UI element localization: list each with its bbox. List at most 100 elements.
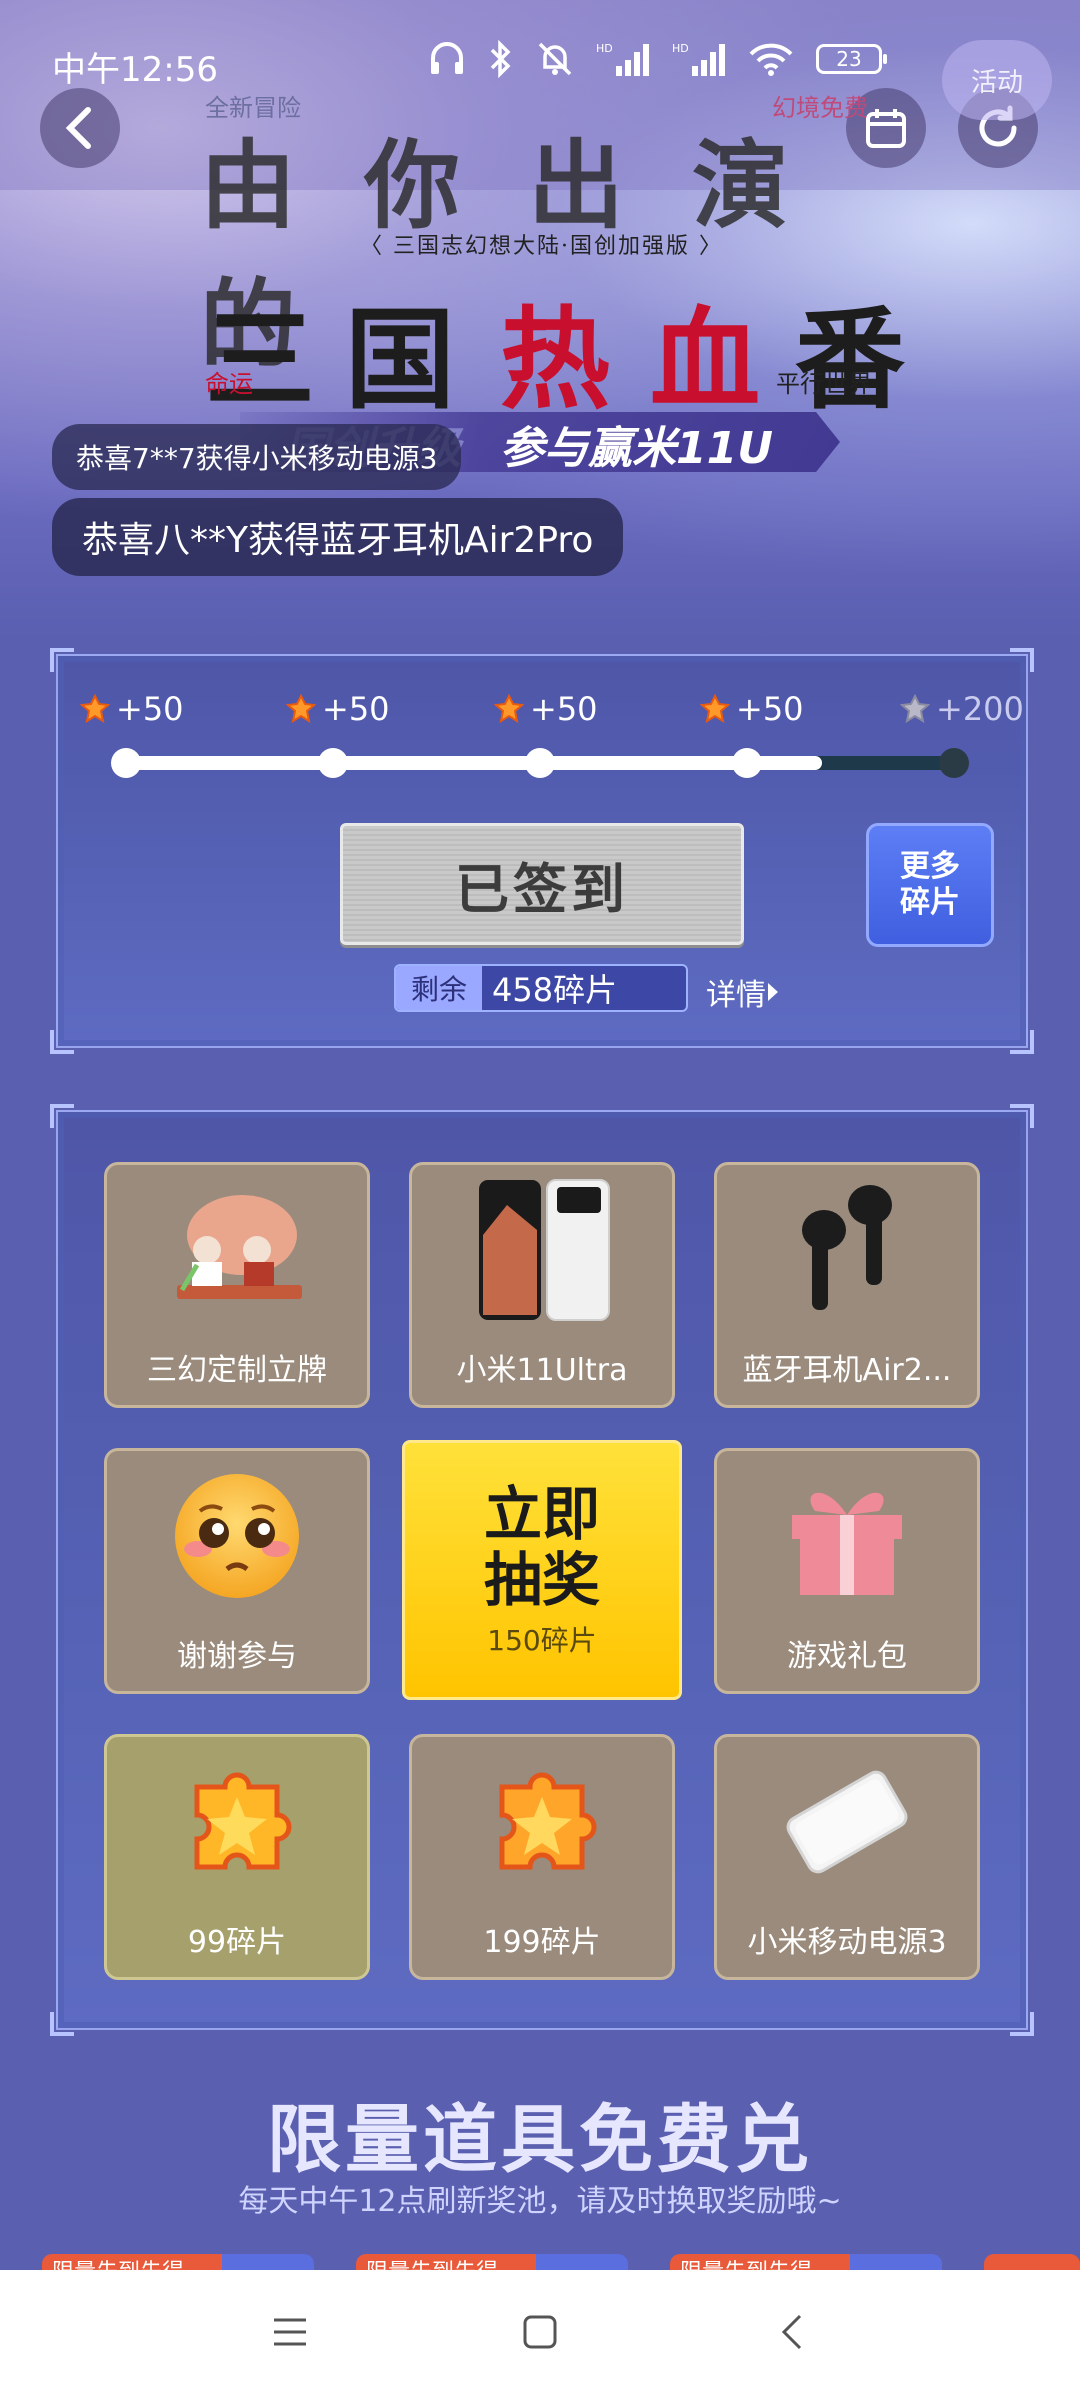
- reward-day-2: +50: [286, 690, 390, 728]
- reward-day-3: +50: [494, 690, 598, 728]
- limited-exchange-subtitle: 每天中午12点刷新奖池，请及时换取奖励哦~: [238, 2184, 842, 2219]
- panel-corner: [50, 648, 74, 672]
- prize-label: 99碎片: [187, 1925, 287, 1960]
- winner-toast-first: 恭喜7**7获得小米移动电源3: [52, 424, 462, 490]
- home-square-icon: [523, 2315, 557, 2349]
- prize-tile-earbuds: 蓝牙耳机Air2...: [714, 1162, 980, 1408]
- winner-toast-first-text: 恭喜7**7获得小米移动电源3: [76, 442, 438, 475]
- signed-in-button-label: 已签到: [455, 857, 629, 921]
- activity-side-tab[interactable]: 活动: [942, 40, 1052, 120]
- shard-orange-icon: [494, 694, 524, 724]
- draw-cost: 150碎片: [487, 1624, 597, 1657]
- pleading-face-icon: [107, 1451, 367, 1621]
- power-bank-image: [717, 1737, 977, 1907]
- signal-hd-icon-2: HD: [672, 42, 725, 76]
- details-link[interactable]: 详情: [706, 970, 780, 1014]
- prize-tile-199-shards: 199碎片: [409, 1734, 675, 1980]
- signed-in-button[interactable]: 已签到: [340, 823, 744, 945]
- home-button[interactable]: [520, 2312, 560, 2356]
- tag-parallel-world: 平行世界: [776, 370, 872, 398]
- gift-box-icon: [717, 1451, 977, 1621]
- svg-text:HD: HD: [672, 42, 689, 55]
- progress-node-5: [939, 748, 969, 778]
- standee-image: [107, 1165, 367, 1335]
- progress-node-4: [732, 748, 762, 778]
- puzzle-piece-icon: [412, 1737, 672, 1907]
- remaining-label: 剩余: [396, 966, 482, 1010]
- progress-node-3: [525, 748, 555, 778]
- phone-image: [412, 1165, 672, 1335]
- shard-orange-icon: [700, 694, 730, 724]
- headphones-icon: [431, 42, 463, 74]
- chevron-left-icon: [781, 2314, 802, 2350]
- reward-day-4-value: +50: [736, 690, 804, 728]
- caret-right-icon: [768, 983, 778, 1001]
- prize-label: 小米11Ultra: [456, 1353, 628, 1388]
- reward-day-3-value: +50: [530, 690, 598, 728]
- reward-day-4: +50: [700, 690, 804, 728]
- remaining-value: 458碎片: [492, 971, 618, 1009]
- more-shards-line2: 碎片: [900, 885, 960, 920]
- sanguo-char-2: 国: [345, 295, 455, 424]
- status-time: 中午12:56: [52, 50, 218, 90]
- prize-tile-gift: 游戏礼包: [714, 1448, 980, 1694]
- hero-subtitle: 〈 三国志幻想大陆·国创加强版 〉: [360, 234, 723, 259]
- battery-icon: 23: [816, 44, 887, 74]
- signal-hd-icon: HD: [596, 42, 649, 76]
- draw-now-line2: 抽奖: [483, 1546, 600, 1614]
- wifi-icon: [749, 43, 793, 76]
- progress-node-1: [111, 748, 141, 778]
- prize-label: 199碎片: [483, 1925, 601, 1960]
- reward-day-5-value: +200: [936, 690, 1024, 728]
- sanguo-char-4: 血: [650, 295, 760, 424]
- shard-orange-icon: [286, 694, 316, 724]
- bluetooth-icon: [490, 40, 511, 78]
- draw-now-line1: 立即: [483, 1480, 600, 1548]
- reward-day-1: +50: [80, 690, 184, 728]
- system-back-button[interactable]: [774, 2312, 814, 2356]
- more-shards-line1: 更多: [900, 849, 960, 884]
- tag-fate: 命运: [205, 370, 253, 398]
- progress-node-2: [318, 748, 348, 778]
- prize-tile-thanks: 谢谢参与: [104, 1448, 370, 1694]
- shard-grey-icon: [900, 694, 930, 724]
- sanguo-char-3: 热: [500, 295, 610, 424]
- prize-tile-phone: 小米11Ultra: [409, 1162, 675, 1408]
- sanguo-char-5: 番: [795, 295, 905, 424]
- mute-bell-icon: [538, 42, 572, 76]
- exchange-card-peek[interactable]: [984, 2254, 1080, 2270]
- reward-day-2-value: +50: [322, 690, 390, 728]
- prize-tile-power-bank: 小米移动电源3: [714, 1734, 980, 1980]
- menu-icon: [274, 2318, 306, 2346]
- status-icons: HD HD 23: [428, 40, 887, 78]
- panel-corner: [1010, 648, 1034, 672]
- system-nav-bar: [0, 2270, 1080, 2400]
- sanguo-char-1: 三: [205, 295, 315, 424]
- prize-label: 谢谢参与: [177, 1639, 297, 1674]
- signin-progress-fill: [126, 756, 822, 770]
- puzzle-piece-icon: [107, 1737, 367, 1907]
- recents-button[interactable]: [270, 2312, 310, 2356]
- more-shards-button[interactable]: 更多 碎片: [866, 823, 994, 947]
- prize-tile-standee: 三幻定制立牌: [104, 1162, 370, 1408]
- remaining-shards: 剩余 458碎片: [394, 964, 688, 1012]
- panel-corner: [50, 1104, 74, 1128]
- winner-toast-second: 恭喜八**Y获得蓝牙耳机Air2Pro: [52, 498, 624, 576]
- shard-orange-icon: [80, 694, 110, 724]
- details-link-label: 详情: [706, 978, 766, 1013]
- reward-day-5: +200: [900, 690, 1024, 728]
- prize-label: 游戏礼包: [787, 1639, 907, 1674]
- draw-now-button[interactable]: 立即 抽奖 150碎片: [402, 1440, 682, 1700]
- chevron-left-icon: [65, 107, 91, 149]
- panel-corner: [1010, 1104, 1034, 1128]
- panel-corner: [50, 1030, 74, 1054]
- back-button[interactable]: [40, 88, 120, 168]
- limited-exchange-title: 限量道具免费兑: [267, 2097, 813, 2183]
- promo-banner-text: 参与赢米11U: [500, 423, 773, 474]
- prize-label: 蓝牙耳机Air2...: [742, 1353, 952, 1388]
- svg-text:HD: HD: [596, 42, 613, 55]
- panel-corner: [1010, 2012, 1034, 2036]
- panel-corner: [1010, 1030, 1034, 1054]
- panel-corner: [50, 2012, 74, 2036]
- prize-label: 三幻定制立牌: [147, 1353, 327, 1388]
